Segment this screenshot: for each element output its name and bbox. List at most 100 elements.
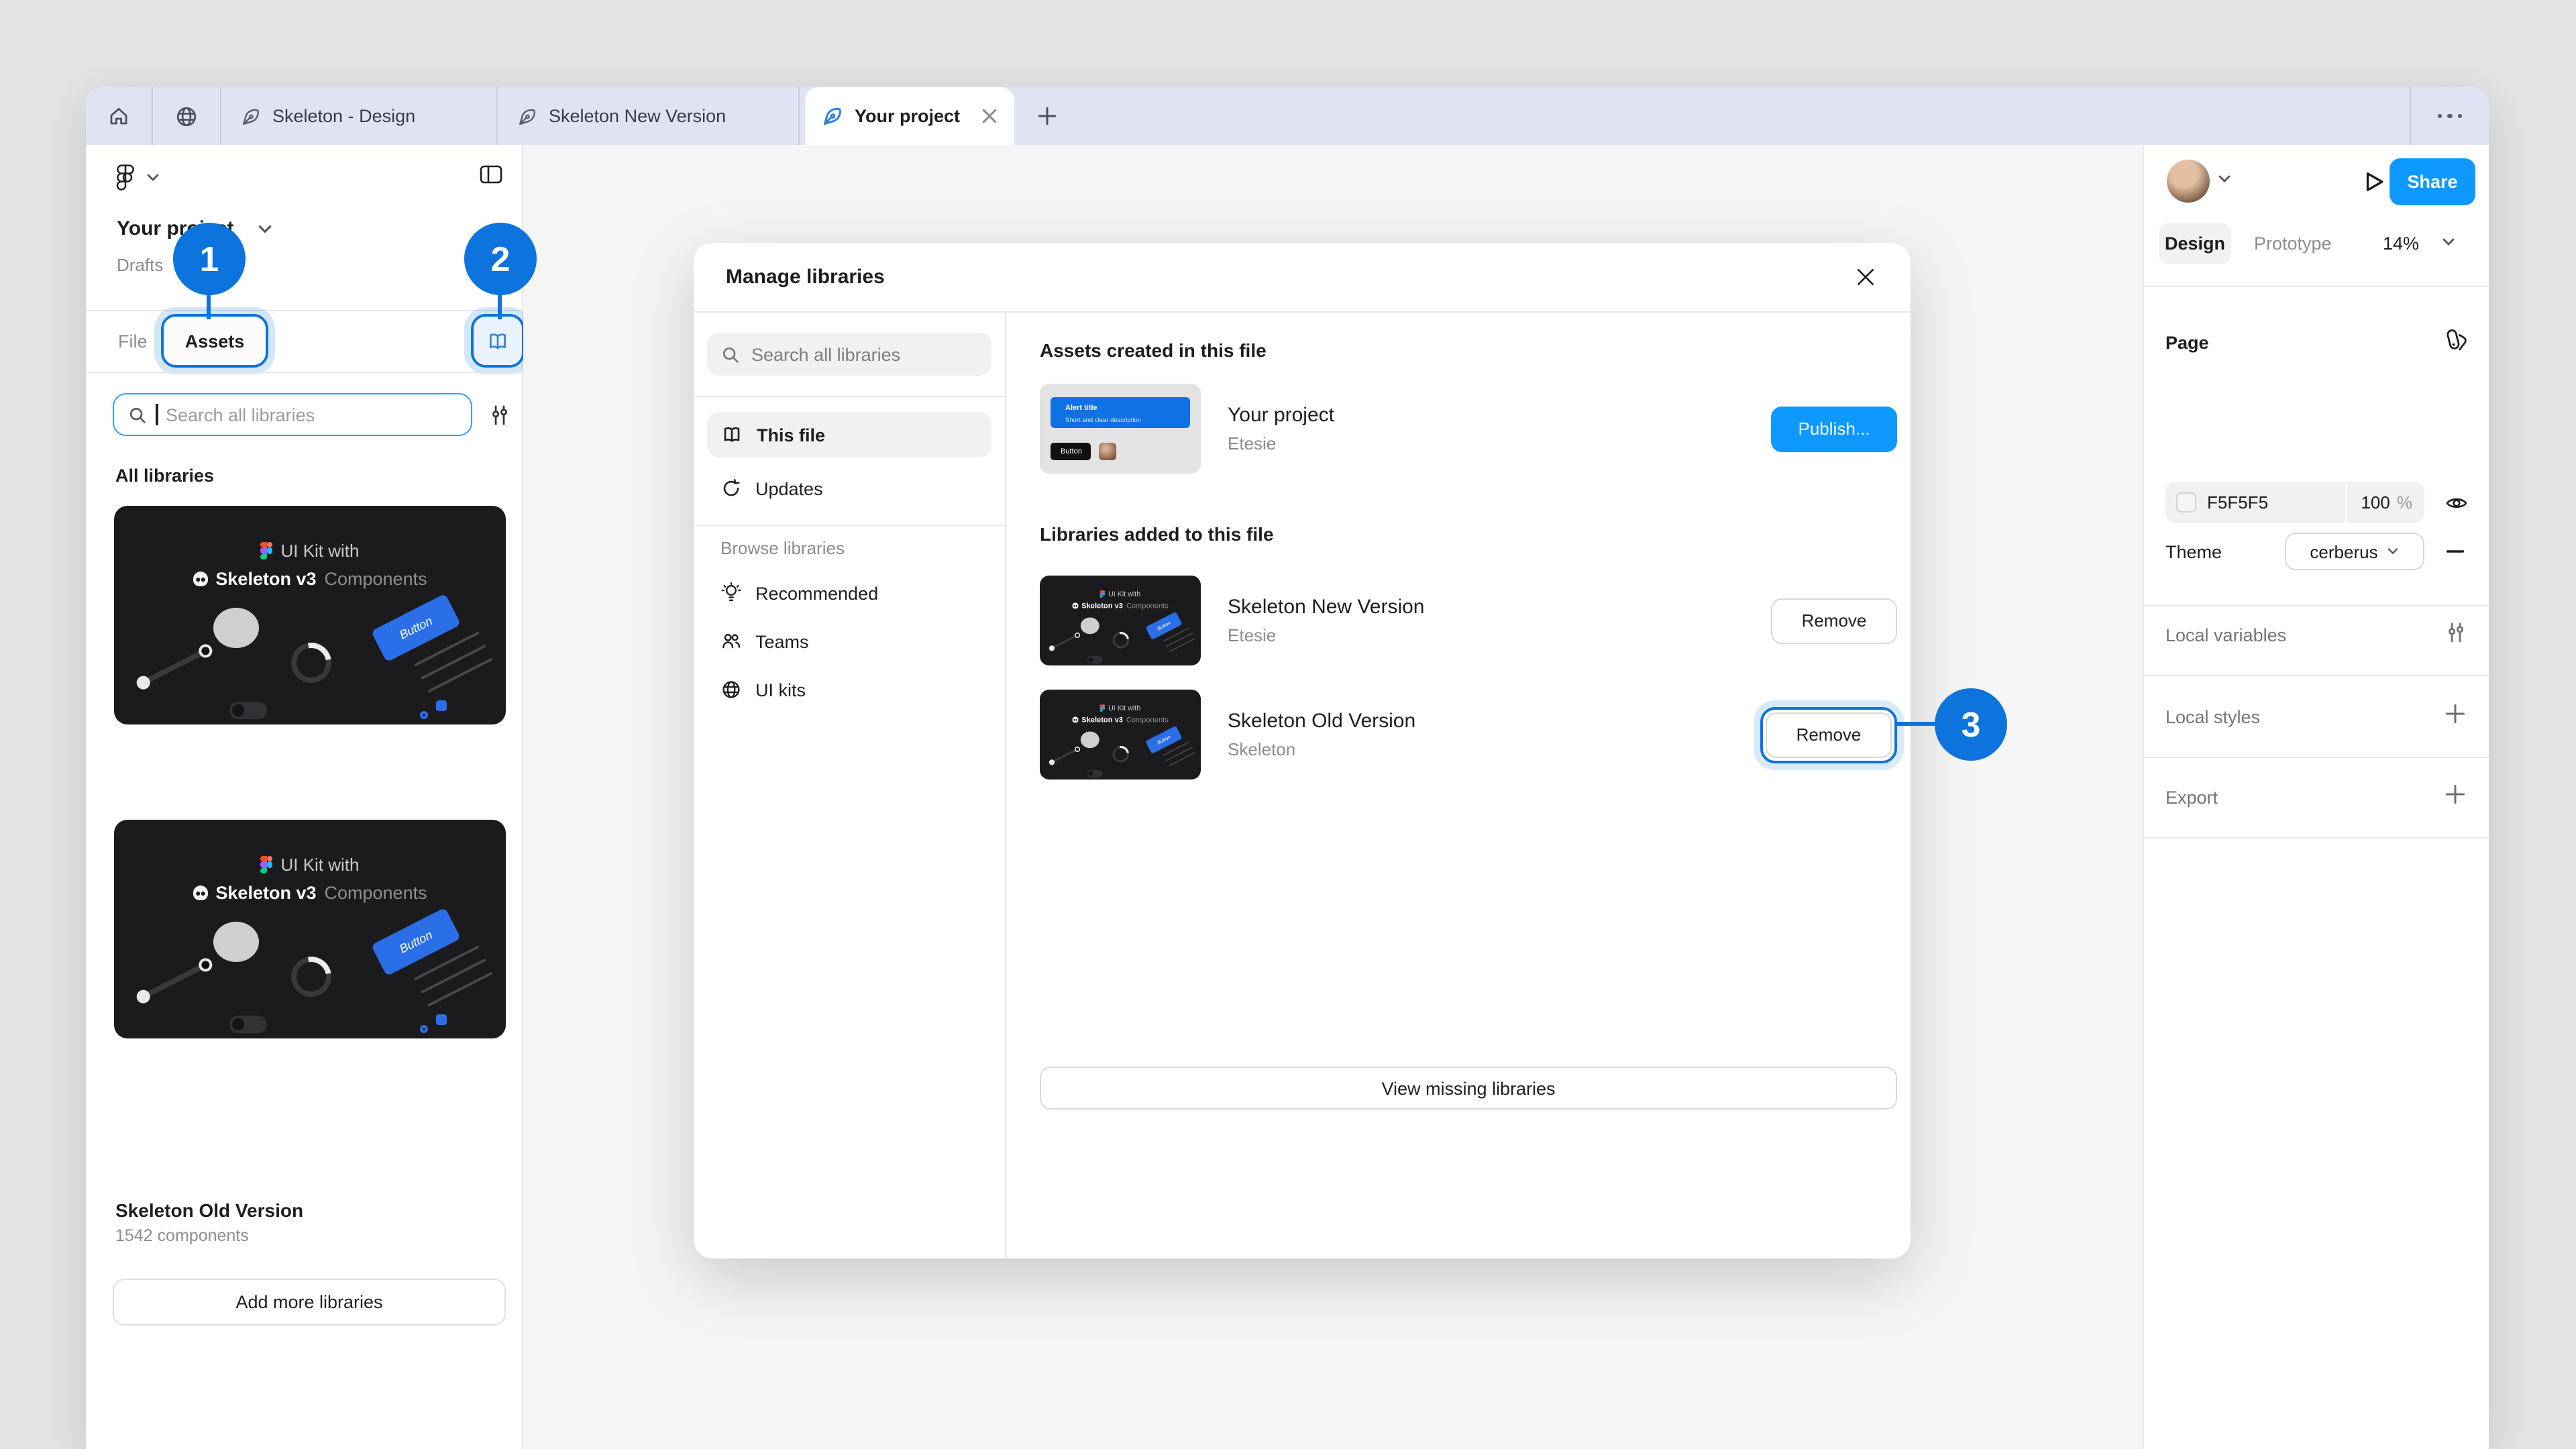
tab-assets[interactable]: Assets (164, 317, 266, 365)
text-caret (156, 404, 158, 425)
local-variables-label: Local variables (2165, 625, 2286, 645)
tabbar-right (2410, 87, 2489, 145)
remove-button-highlight: Remove (1760, 706, 1897, 763)
chevron-down-icon[interactable] (258, 224, 272, 235)
theme-label: Theme (2165, 542, 2222, 562)
user-avatar[interactable] (2167, 160, 2210, 203)
libraries-button-highlight (471, 314, 525, 368)
home-tab-button[interactable] (86, 87, 152, 145)
step-badge-1: 1 (173, 223, 246, 295)
filter-sliders-icon[interactable] (488, 404, 511, 427)
tab-your-project-active[interactable]: Your project (805, 87, 1014, 145)
library-card-art: UI Kit with Skeleton v3Components Button (114, 506, 506, 724)
asset-row-your-project: Alert titleShort and clear description B… (1040, 384, 1897, 474)
row-subtitle: Etesie (1228, 433, 1334, 453)
tab-label: Your project (855, 106, 960, 126)
dialog-content: Assets created in this file Alert titleS… (1008, 313, 1911, 1258)
window-menu-button[interactable] (2411, 114, 2489, 119)
chevron-down-icon[interactable] (2218, 174, 2231, 184)
zoom-level[interactable]: 14% (2383, 233, 2419, 254)
tab-skeleton-new-version[interactable]: Skeleton New Version (498, 87, 798, 145)
share-button[interactable]: Share (2390, 158, 2475, 205)
nav-section-header: Browse libraries (720, 538, 845, 558)
publish-button[interactable]: Publish... (1771, 406, 1897, 451)
row-title: Skeleton New Version (1228, 596, 1425, 619)
toggle-panel-icon[interactable] (479, 164, 503, 185)
chevron-down-icon[interactable] (2442, 237, 2455, 247)
tab-file[interactable]: File (118, 331, 148, 352)
tab-assets-highlight: Assets (161, 314, 268, 368)
tab-prototype[interactable]: Prototype (2254, 233, 2332, 254)
close-dialog-button[interactable] (1849, 261, 1881, 293)
nav-item-ui-kits[interactable]: UI kits (707, 667, 991, 712)
divider (86, 310, 522, 311)
close-tab-icon[interactable] (981, 107, 998, 125)
section-title: All libraries (115, 466, 214, 486)
divider (2144, 837, 2489, 839)
badge-3-connector (1894, 722, 1940, 726)
color-swatch[interactable] (2176, 492, 2196, 513)
eye-visibility-icon[interactable] (2445, 491, 2469, 515)
badge-1-connector (207, 292, 211, 319)
figma-logo-icon[interactable] (115, 164, 136, 192)
add-more-libraries-button[interactable]: Add more libraries (113, 1279, 506, 1326)
nav-item-this-file[interactable]: This file (707, 412, 991, 458)
browser-tab-button[interactable] (153, 87, 220, 145)
library-card-skeleton-new[interactable]: UI Kit with Skeleton v3Components Button (114, 506, 506, 724)
page-opacity-field[interactable]: 100 % (2347, 482, 2424, 523)
divider (694, 525, 1005, 526)
local-styles-label: Local styles (2165, 707, 2260, 727)
divider (86, 372, 522, 373)
dialog-search-input[interactable]: Search all libraries (707, 333, 991, 376)
divider (2144, 675, 2489, 676)
figma-file-icon (517, 105, 538, 127)
globe-icon (174, 104, 199, 128)
opacity-value: 100 (2361, 492, 2390, 513)
canvas[interactable]: Manage libraries Search all libraries (523, 145, 2143, 1449)
divider (2144, 286, 2489, 287)
search-icon (720, 344, 741, 364)
figma-file-icon-active (821, 105, 844, 127)
variables-sliders-icon[interactable] (2445, 621, 2467, 644)
library-thumbnail: UI Kit with Skeleton v3Components Button (1040, 690, 1201, 780)
library-name: Skeleton Old Version (115, 1199, 303, 1221)
figma-app: Skeleton - Design Skeleton New Version Y… (0, 0, 2576, 1449)
library-thumbnail: UI Kit with Skeleton v3Components Button (1040, 576, 1201, 665)
nav-item-teams[interactable]: Teams (707, 619, 991, 664)
search-input[interactable]: Search all libraries (113, 393, 472, 436)
libraries-button[interactable] (474, 317, 522, 365)
present-play-icon[interactable] (2361, 169, 2387, 195)
figma-file-icon (240, 105, 262, 127)
opacity-unit: % (2397, 492, 2412, 513)
plus-icon (1036, 106, 1057, 126)
remove-theme-minus-icon[interactable] (2445, 541, 2466, 562)
badge-2-connector (498, 292, 502, 319)
page-color-field[interactable]: F5F5F5 (2165, 482, 2345, 523)
tab-design[interactable]: Design (2159, 223, 2231, 264)
section-header-libraries: Libraries added to this file (1040, 523, 1274, 545)
page-section-label: Page (2165, 333, 2209, 353)
library-card-skeleton-old[interactable]: UI Kit with Skeleton v3Components Button (114, 820, 506, 1038)
add-export-plus-icon[interactable] (2445, 784, 2466, 805)
chevron-down-icon[interactable] (146, 173, 160, 182)
tab-skeleton-design[interactable]: Skeleton - Design (221, 87, 496, 145)
row-subtitle: Skeleton (1228, 739, 1415, 759)
theme-select[interactable]: cerberus (2285, 533, 2424, 570)
remove-button-skeleton-old[interactable]: Remove (1766, 712, 1892, 757)
add-style-plus-icon[interactable] (2445, 703, 2466, 724)
page-theme-icon[interactable] (2445, 327, 2470, 353)
nav-item-recommended[interactable]: Recommended (707, 570, 991, 616)
figma-mini-logo (260, 856, 272, 874)
new-tab-button[interactable] (1025, 87, 1068, 145)
avatar-component (1099, 443, 1116, 460)
view-missing-libraries-button[interactable]: View missing libraries (1040, 1067, 1897, 1110)
remove-button-skeleton-new[interactable]: Remove (1771, 598, 1897, 643)
theme-value: cerberus (2310, 541, 2377, 561)
tabbar-separator (798, 87, 800, 145)
people-icon (720, 631, 742, 652)
alert-component: Alert titleShort and clear description (1051, 397, 1190, 428)
page-color-hex: F5F5F5 (2207, 492, 2268, 513)
file-location[interactable]: Drafts (117, 255, 163, 275)
library-count: 1542 components (115, 1226, 249, 1245)
nav-item-updates[interactable]: Updates (707, 466, 991, 511)
